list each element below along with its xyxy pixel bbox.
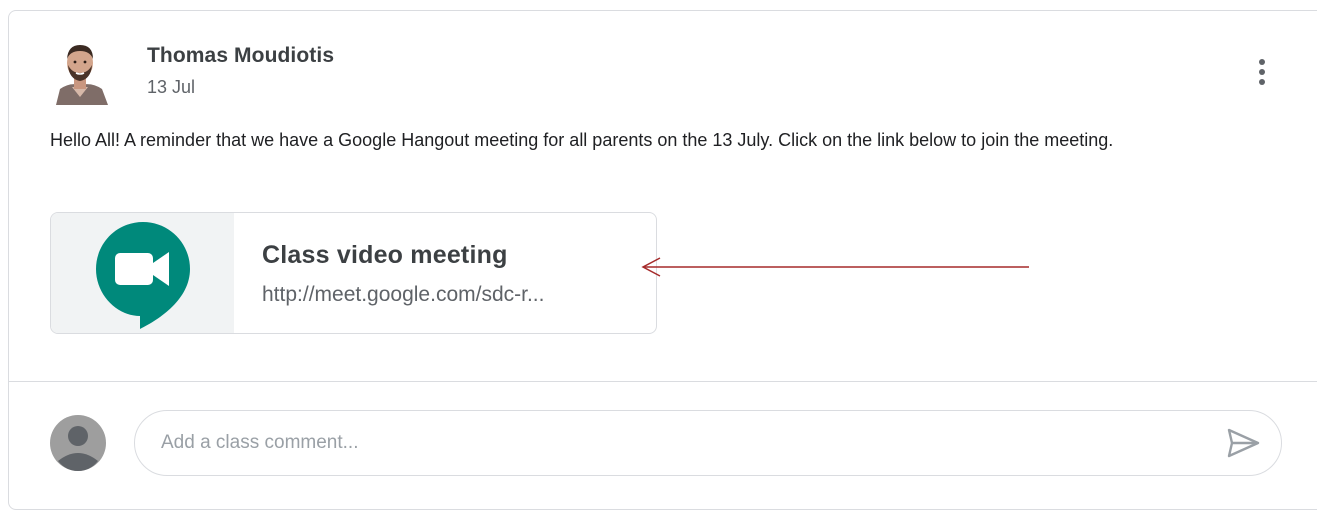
default-user-avatar-icon [50,415,106,471]
comment-input[interactable] [161,411,1201,475]
annotation-arrow-icon [641,257,1029,277]
author-avatar[interactable] [50,37,110,105]
author-name: Thomas Moudiotis [147,44,335,67]
google-meet-logo-icon [96,222,190,329]
comment-field[interactable] [134,410,1282,476]
more-vert-icon[interactable] [1247,54,1277,90]
attachment-title: Class video meeting [262,241,508,269]
send-icon[interactable] [1223,425,1263,461]
comment-divider [9,381,1317,382]
meeting-link-attachment[interactable]: Class video meeting http://meet.google.c… [50,212,657,334]
attachment-url: http://meet.google.com/sdc-r... [262,283,545,306]
post-body: Hello All! A reminder that we have a Goo… [50,130,1114,150]
post-date: 13 Jul [147,77,196,97]
attachment-thumbnail [51,213,234,333]
